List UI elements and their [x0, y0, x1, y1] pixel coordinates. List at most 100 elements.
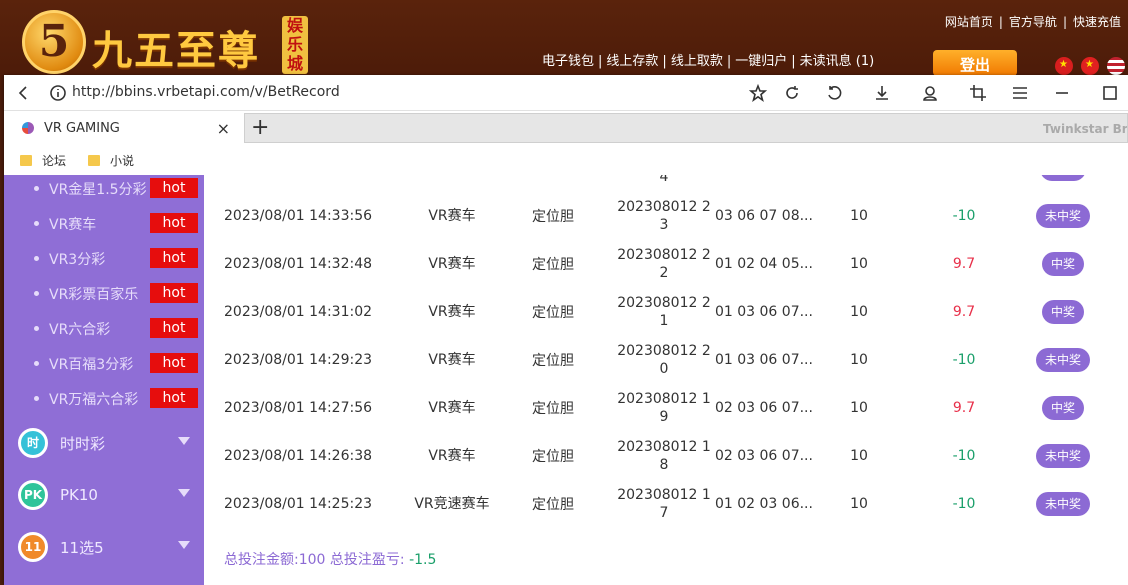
- star-icon[interactable]: [746, 81, 770, 105]
- tab-strip: + Twinkstar Bro: [244, 113, 1128, 143]
- crop-icon[interactable]: [966, 81, 990, 105]
- hot-badge: hot: [150, 178, 198, 198]
- status-badge[interactable]: 中奖: [1041, 252, 1084, 276]
- issue-number: 202308012 20: [617, 343, 711, 377]
- status-badge[interactable]: 未中奖: [1035, 492, 1090, 516]
- game-name: VR赛车: [428, 352, 476, 368]
- bet-numbers[interactable]: 01 03 06 07...: [715, 288, 825, 336]
- status-badge[interactable]: 中奖: [1041, 300, 1084, 324]
- pk10-icon: PK: [18, 480, 48, 510]
- sidebar-category-ssc[interactable]: 时 时时彩: [4, 417, 204, 469]
- sidebar-item-label: VR赛车: [49, 216, 97, 233]
- user-icon[interactable]: [918, 81, 942, 105]
- sidebar-item-label: VR六合彩: [49, 321, 111, 338]
- bet-numbers[interactable]: 01 02 04 05...: [715, 240, 825, 288]
- sidebar-item-vr-mark-six[interactable]: VR六合彩 hot: [4, 311, 204, 346]
- profit-loss: 9.7: [952, 400, 976, 416]
- bullet-icon: [34, 256, 39, 261]
- bet-numbers[interactable]: 03 06 07 08...: [715, 192, 825, 240]
- bet-type: 定位胆: [532, 401, 574, 417]
- bookmark-forum[interactable]: 论坛: [20, 152, 66, 169]
- chevron-down-icon: [178, 541, 190, 549]
- flag-cn-icon[interactable]: [1081, 57, 1099, 75]
- bet-numbers[interactable]: 01 02 03 06...: [715, 480, 825, 528]
- logout-button[interactable]: 登出: [933, 50, 1017, 76]
- address-bar[interactable]: http://bbins.vrbetapi.com/v/BetRecord: [72, 84, 340, 100]
- bet-amount: 10: [850, 400, 868, 416]
- bet-time: 2023/08/01 14:25:23: [224, 496, 373, 512]
- table-row: 2023/08/01 14:32:48 VR赛车 定位胆 202308012 2…: [204, 240, 1128, 288]
- summary-text: 总投注金额:100 总投注盈亏:: [224, 552, 410, 568]
- chevron-down-icon: [178, 489, 190, 497]
- status-badge-partial[interactable]: [1040, 175, 1086, 181]
- bet-time: 2023/08/01 14:29:23: [224, 352, 373, 368]
- bullet-icon: [34, 361, 39, 366]
- status-badge[interactable]: 未中奖: [1035, 444, 1090, 468]
- bookmark-label: 小说: [110, 153, 135, 168]
- tab-title: VR GAMING: [44, 120, 120, 136]
- sidebar-item-vr-baccarat[interactable]: VR彩票百家乐 hot: [4, 276, 204, 311]
- summary-total-pl: -1.5: [409, 552, 437, 568]
- minimize-icon[interactable]: [1050, 81, 1074, 105]
- close-icon[interactable]: ×: [217, 119, 230, 138]
- issue-number: 202308012 19: [617, 391, 711, 425]
- issue-number: 202308012 23: [617, 199, 711, 233]
- bet-type: 定位胆: [532, 305, 574, 321]
- folder-icon: [88, 154, 101, 166]
- hot-badge: hot: [150, 388, 198, 408]
- game-name: VR赛车: [428, 400, 476, 416]
- bet-amount: 10: [850, 448, 868, 464]
- sidebar-item-vr-racing[interactable]: VR赛车 hot: [4, 206, 204, 241]
- tab-vr-gaming[interactable]: VR GAMING ×: [4, 111, 236, 145]
- info-icon[interactable]: [46, 81, 70, 105]
- bookmark-novel[interactable]: 小说: [88, 152, 134, 169]
- top-links: 网站首页 | 官方导航 | 快速充值: [942, 13, 1124, 30]
- bet-time: 2023/08/01 14:27:56: [224, 400, 373, 416]
- status-badge[interactable]: 未中奖: [1035, 204, 1090, 228]
- status-badge[interactable]: 中奖: [1041, 396, 1084, 420]
- link-deposit[interactable]: 线上存款: [606, 54, 658, 69]
- bet-numbers[interactable]: 02 03 06 07...: [715, 384, 825, 432]
- bet-numbers[interactable]: 02 03 06 07...: [715, 432, 825, 480]
- status-badge[interactable]: 未中奖: [1035, 348, 1090, 372]
- sidebar-item-label: VR百福3分彩: [49, 356, 134, 373]
- sidebar-item-label: VR3分彩: [49, 251, 106, 268]
- bet-type: 定位胆: [532, 353, 574, 369]
- profit-loss: 9.7: [952, 304, 976, 320]
- sidebar-item-vr-wanfu[interactable]: VR万福六合彩 hot: [4, 381, 204, 416]
- table-row: 2023/08/01 14:31:02 VR赛车 定位胆 202308012 2…: [204, 288, 1128, 336]
- back-icon[interactable]: [12, 81, 36, 105]
- link-withdraw[interactable]: 线上取款: [671, 54, 723, 69]
- issue-number: 202308012 22: [617, 247, 711, 281]
- table-row: 2023/08/01 14:27:56 VR赛车 定位胆 202308012 1…: [204, 384, 1128, 432]
- undo-icon[interactable]: [822, 81, 846, 105]
- site-logo-text[interactable]: 九五至尊: [92, 18, 260, 76]
- link-wallet[interactable]: 电子钱包: [542, 54, 594, 69]
- link-unread-messages[interactable]: 未读讯息 (1): [800, 54, 875, 69]
- sidebar-item-vr-venus[interactable]: VR金星1.5分彩 hot: [4, 175, 204, 206]
- bet-numbers[interactable]: 01 03 06 07...: [715, 336, 825, 384]
- sidebar-category-11x5[interactable]: 11 11选5: [4, 521, 204, 573]
- bet-amount: 10: [850, 352, 868, 368]
- link-one-click[interactable]: 一键归户: [735, 54, 787, 69]
- refresh-icon[interactable]: [780, 81, 804, 105]
- sidebar-item-vr-3min[interactable]: VR3分彩 hot: [4, 241, 204, 276]
- issue-number: 202308012 21: [617, 295, 711, 329]
- menu-icon[interactable]: [1008, 81, 1032, 105]
- link-official-nav[interactable]: 官方导航: [1009, 15, 1057, 29]
- divider: |: [791, 54, 796, 69]
- site-logo-mark[interactable]: 5: [22, 10, 86, 74]
- sidebar-category-pk10[interactable]: PK PK10: [4, 469, 204, 521]
- profit-loss: -10: [952, 208, 976, 224]
- download-icon[interactable]: [870, 81, 894, 105]
- flag-us-icon[interactable]: [1107, 57, 1125, 75]
- flag-hk-icon[interactable]: [1055, 57, 1073, 75]
- browser-brand: Twinkstar Bro: [1043, 122, 1127, 136]
- new-tab-icon[interactable]: +: [251, 115, 269, 141]
- hot-badge: hot: [150, 248, 198, 268]
- link-home[interactable]: 网站首页: [945, 15, 993, 29]
- maximize-icon[interactable]: [1098, 81, 1122, 105]
- sidebar-item-vr-baifu[interactable]: VR百福3分彩 hot: [4, 346, 204, 381]
- profit-loss: -10: [952, 448, 976, 464]
- link-quick-recharge[interactable]: 快速充值: [1073, 15, 1121, 29]
